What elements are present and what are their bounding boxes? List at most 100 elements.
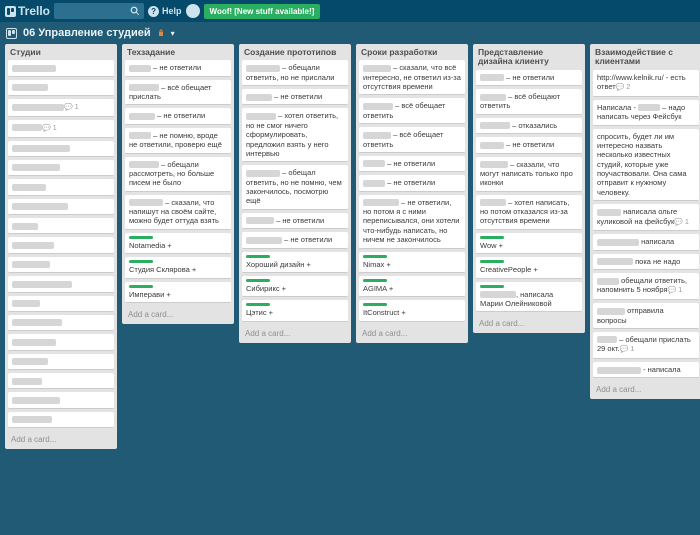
card[interactable]: .... – не ответили bbox=[242, 213, 348, 229]
redacted-text: .... bbox=[129, 161, 159, 168]
card[interactable]: .... пока не надо bbox=[593, 254, 699, 270]
add-card-button[interactable]: Add a card... bbox=[5, 431, 117, 449]
card[interactable]: .... – не ответили bbox=[476, 137, 582, 153]
card[interactable]: .... – не помню, вроде не ответили, пров… bbox=[125, 128, 231, 154]
card[interactable]: .... обещали ответить, напомнить 5 ноябр… bbox=[593, 273, 699, 300]
chevron-down-icon[interactable]: ▾ bbox=[171, 29, 175, 38]
search-input[interactable] bbox=[54, 3, 144, 19]
cards-container: ........ ....1 ....1......................… bbox=[5, 60, 117, 431]
card[interactable]: Notamedia + bbox=[125, 233, 231, 254]
card[interactable]: .... – не ответили bbox=[359, 156, 465, 172]
card[interactable]: .... – обещали ответить, но не прислали bbox=[242, 60, 348, 86]
card[interactable]: Wow + bbox=[476, 233, 582, 254]
card[interactable]: .... – не ответили bbox=[476, 70, 582, 86]
card[interactable]: .... bbox=[8, 218, 114, 234]
card[interactable]: Сибирикс + bbox=[242, 276, 348, 297]
card[interactable]: .... bbox=[8, 373, 114, 389]
board-title[interactable]: 06 Управление студией bbox=[23, 27, 151, 39]
card[interactable]: CreativePeople + bbox=[476, 257, 582, 278]
card[interactable]: ItConstruct + bbox=[359, 300, 465, 321]
card[interactable]: .... bbox=[8, 392, 114, 408]
board-bar: 06 Управление студией ▾ bbox=[0, 22, 700, 44]
card[interactable]: .... – обещали прислать 29 окт.1 bbox=[593, 332, 699, 359]
card[interactable]: .... – не ответили, но потом я с ними пе… bbox=[359, 195, 465, 249]
redacted-text: .... bbox=[129, 199, 163, 206]
card[interactable]: Nimax + bbox=[359, 252, 465, 273]
list-title[interactable]: Взаимодействие с клиентами bbox=[590, 44, 700, 70]
list-title[interactable]: Представление дизайна клиенту bbox=[473, 44, 585, 70]
card[interactable]: .... bbox=[8, 237, 114, 253]
card[interactable]: .... – сказали, что всё интересно, не от… bbox=[359, 60, 465, 95]
card[interactable]: .... bbox=[8, 334, 114, 350]
add-card-button[interactable]: Add a card... bbox=[473, 315, 585, 333]
card[interactable]: .... bbox=[8, 141, 114, 157]
help-button[interactable]: ? Help bbox=[148, 6, 182, 17]
card[interactable]: http://www.kelnik.ru/ - есть ответ2 bbox=[593, 70, 699, 97]
card[interactable]: AGIMA + bbox=[359, 276, 465, 297]
redacted-text: .... bbox=[12, 242, 54, 249]
card[interactable]: .... написала bbox=[593, 234, 699, 250]
top-bar: Trello ? Help Woof! [New stuff available… bbox=[0, 0, 700, 22]
card[interactable]: .... – хотел написать, но потом отказалс… bbox=[476, 195, 582, 230]
card[interactable]: Написала - .... – надо написать через Фе… bbox=[593, 100, 699, 126]
card[interactable]: .... – не ответили bbox=[242, 89, 348, 105]
card[interactable]: ....1 bbox=[8, 120, 114, 138]
card[interactable]: .... bbox=[8, 160, 114, 176]
add-card-button[interactable]: Add a card... bbox=[239, 325, 351, 343]
app-logo[interactable]: Trello bbox=[5, 4, 50, 18]
list-title[interactable]: Студии bbox=[5, 44, 117, 60]
card[interactable]: .... – обещал ответить, но не помню, чем… bbox=[242, 165, 348, 210]
card[interactable]: .... – всё обещает ответить bbox=[359, 127, 465, 153]
card[interactable]: .... – сказали, что могут написать тольк… bbox=[476, 157, 582, 192]
card[interactable]: .... отправила вопросы bbox=[593, 303, 699, 329]
redacted-text: .... bbox=[12, 378, 42, 385]
card[interactable]: .... – обещали рассмотреть, но больше пи… bbox=[125, 157, 231, 192]
card[interactable]: .... - написала bbox=[593, 362, 699, 378]
card[interactable]: .... – не ответили bbox=[359, 175, 465, 191]
card[interactable]: .... bbox=[8, 257, 114, 273]
card[interactable]: .... – не ответили bbox=[125, 108, 231, 124]
card[interactable]: .... bbox=[8, 80, 114, 96]
card[interactable]: .... – всё обещает ответить bbox=[359, 98, 465, 124]
card[interactable]: .... bbox=[8, 60, 114, 76]
list-title[interactable]: Сроки разработки bbox=[356, 44, 468, 60]
redacted-text: .... bbox=[363, 132, 391, 139]
card[interactable]: Цэтис + bbox=[242, 300, 348, 321]
card[interactable]: ....1 bbox=[8, 99, 114, 117]
card[interactable]: .... – отказались bbox=[476, 118, 582, 134]
redacted-text: .... bbox=[246, 94, 272, 101]
card[interactable]: ...., написала Марии Олейниковой bbox=[476, 282, 582, 313]
list-title[interactable]: Техзадание bbox=[122, 44, 234, 60]
redacted-text: .... bbox=[12, 184, 46, 191]
redacted-text: .... bbox=[480, 291, 516, 298]
redacted-text: .... bbox=[638, 104, 660, 111]
card[interactable]: .... написала ольге куликовой на фейсбук… bbox=[593, 204, 699, 231]
card[interactable]: .... – всё обещают ответить bbox=[476, 89, 582, 115]
card[interactable]: .... bbox=[8, 296, 114, 312]
card[interactable]: .... – хотел ответить, но не смог ничего… bbox=[242, 108, 348, 162]
husky-icon[interactable] bbox=[186, 4, 200, 18]
card[interactable]: Хороший дизайн + bbox=[242, 252, 348, 273]
card[interactable]: .... bbox=[8, 412, 114, 428]
card[interactable]: Студия Склярова + bbox=[125, 257, 231, 278]
list-title[interactable]: Создание прототипов bbox=[239, 44, 351, 60]
card[interactable]: .... bbox=[8, 199, 114, 215]
card[interactable]: Имперави + bbox=[125, 282, 231, 303]
card[interactable]: .... bbox=[8, 179, 114, 195]
card[interactable]: .... – не ответили bbox=[125, 60, 231, 76]
notification-banner[interactable]: Woof! [New stuff available!] bbox=[204, 4, 321, 19]
card[interactable]: .... bbox=[8, 354, 114, 370]
add-card-button[interactable]: Add a card... bbox=[590, 381, 700, 399]
redacted-text: .... bbox=[363, 65, 391, 72]
add-card-button[interactable]: Add a card... bbox=[122, 306, 234, 324]
card[interactable]: .... bbox=[8, 276, 114, 292]
card[interactable]: .... bbox=[8, 315, 114, 331]
card[interactable]: .... – сказали, что напишут на своём сай… bbox=[125, 195, 231, 230]
add-card-button[interactable]: Add a card... bbox=[356, 325, 468, 343]
cards-container: .... – не ответили .... – всё обещает при… bbox=[122, 60, 234, 306]
redacted-text: .... bbox=[363, 160, 385, 167]
card[interactable]: .... – всё обещает прислать bbox=[125, 80, 231, 106]
card[interactable]: спросить, будет ли им интересно назвать … bbox=[593, 129, 699, 202]
card[interactable]: .... – не ответили bbox=[242, 232, 348, 248]
cards-container: .... – не ответили .... – всё обещают отв… bbox=[473, 70, 585, 316]
